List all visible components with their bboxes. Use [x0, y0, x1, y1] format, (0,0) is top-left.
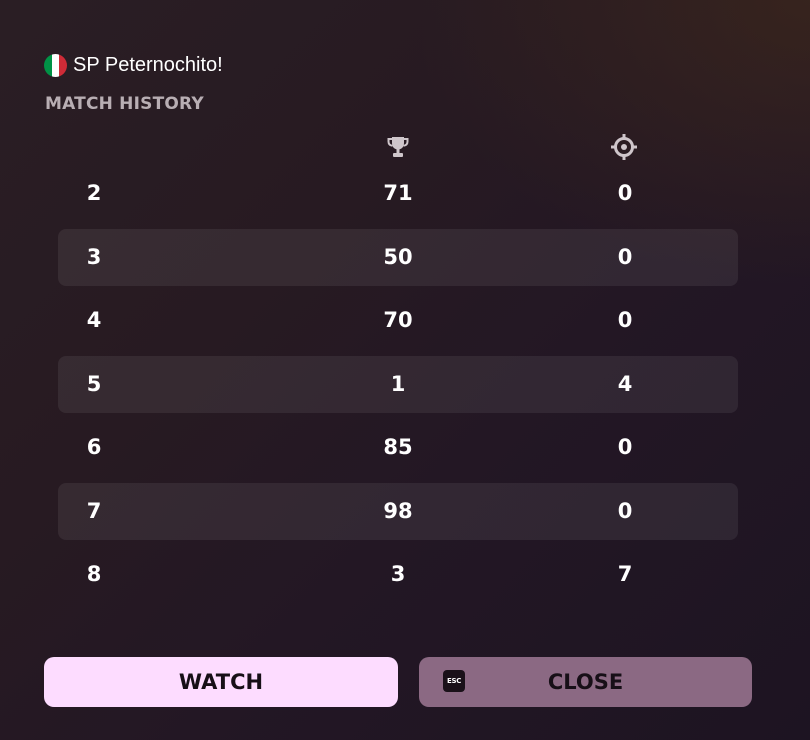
italy-flag-icon — [44, 54, 67, 77]
flag-stripe-white — [51, 54, 60, 77]
table-row: 4 70 0 — [58, 292, 738, 349]
watch-button[interactable]: WATCH — [44, 657, 398, 707]
match-score: 1 — [390, 371, 406, 396]
match-score: 3 — [390, 562, 406, 586]
match-score: 70 — [383, 308, 413, 332]
match-history-title: MATCH HISTORY — [45, 94, 204, 114]
watch-button-label: WATCH — [178, 670, 264, 694]
match-score: 85 — [383, 435, 413, 459]
match-kills: 0 — [617, 244, 633, 269]
match-kills: 7 — [617, 562, 633, 586]
table-row: 3 50 0 — [58, 228, 738, 286]
match-score: 50 — [383, 244, 413, 269]
close-button[interactable]: ESC CLOSE — [419, 657, 752, 707]
match-history-table: 2 71 0 3 50 0 4 70 0 5 1 4 6 85 0 7 98 0… — [58, 165, 738, 610]
match-index: 7 — [86, 498, 102, 523]
table-row: 2 71 0 — [58, 165, 738, 222]
esc-key-icon: ESC — [443, 670, 465, 692]
match-index: 3 — [86, 244, 102, 269]
match-index: 4 — [86, 308, 102, 332]
crosshair-icon — [611, 134, 637, 160]
flag-stripe-red — [59, 54, 67, 77]
close-button-label: CLOSE — [547, 670, 624, 694]
match-kills: 4 — [617, 371, 633, 396]
match-score: 71 — [383, 181, 413, 205]
match-index: 2 — [86, 181, 102, 205]
table-row: 7 98 0 — [58, 482, 738, 540]
match-index: 6 — [86, 435, 102, 459]
match-index: 8 — [86, 562, 102, 586]
flag-stripe-green — [44, 54, 52, 77]
match-kills: 0 — [617, 308, 633, 332]
trophy-icon — [387, 137, 409, 157]
match-index: 5 — [86, 371, 102, 396]
match-kills: 0 — [617, 498, 633, 523]
match-kills: 0 — [617, 435, 633, 459]
table-row: 8 3 7 — [58, 546, 738, 603]
player-header: SP Peternochito! — [44, 54, 223, 77]
player-name: SP Peternochito! — [73, 54, 223, 76]
match-score: 98 — [383, 498, 413, 523]
table-row: 5 1 4 — [58, 355, 738, 413]
match-kills: 0 — [617, 181, 633, 205]
table-row: 6 85 0 — [58, 419, 738, 476]
